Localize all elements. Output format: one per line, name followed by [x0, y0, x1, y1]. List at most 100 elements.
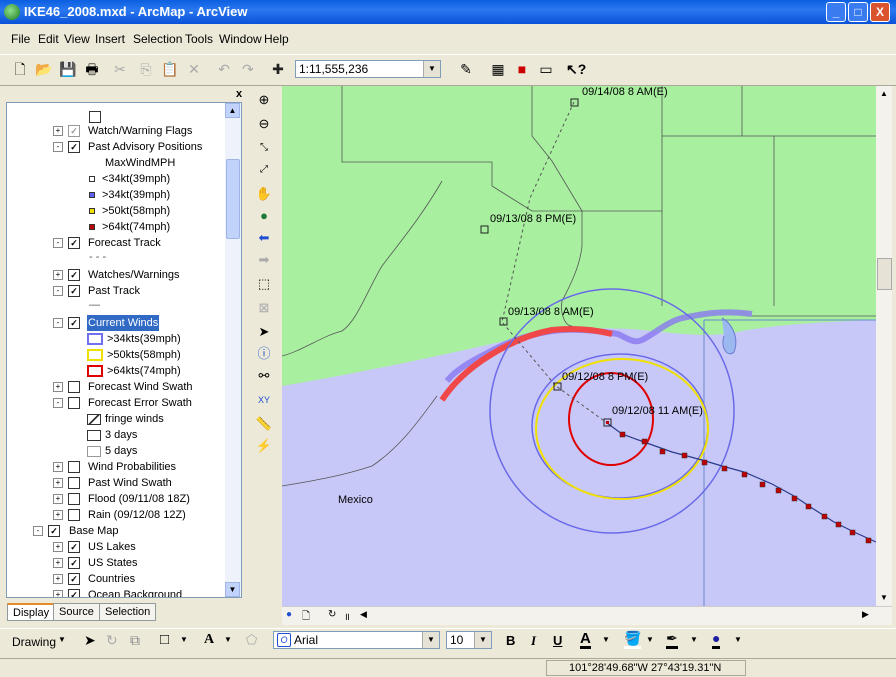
layer-flood[interactable]: + Flood (09/11/08 18Z): [7, 491, 227, 507]
layer-checkbox[interactable]: ✓: [68, 285, 80, 297]
menu-edit[interactable]: Edit: [38, 32, 59, 46]
layer-checkbox[interactable]: ✓: [68, 573, 80, 585]
cut-icon[interactable]: ✂: [110, 59, 130, 79]
chevron-down-icon[interactable]: ▼: [734, 635, 742, 644]
whats-this-help-icon[interactable]: ↖?: [566, 59, 586, 79]
layer-past-track[interactable]: - ✓ Past Track: [7, 283, 227, 299]
full-extent-globe-icon[interactable]: ●: [254, 206, 274, 226]
expand-icon[interactable]: +: [53, 478, 63, 488]
collapse-icon[interactable]: -: [53, 318, 63, 328]
menu-selection[interactable]: Selection: [133, 32, 182, 46]
identify-icon[interactable]: ⓘ: [254, 344, 274, 364]
map-view[interactable]: 09/14/08 8 AM(E) 09/13/08 8 PM(E) 09/13/…: [282, 86, 876, 606]
arccatalog-icon[interactable]: ▦: [488, 59, 508, 79]
chevron-down-icon[interactable]: ▼: [646, 635, 654, 644]
menu-tools[interactable]: Tools: [185, 32, 213, 46]
expand-icon[interactable]: +: [53, 494, 63, 504]
data-view-globe-icon[interactable]: ●: [286, 609, 292, 620]
select-arrow-icon[interactable]: ➤: [84, 632, 96, 649]
copy-icon[interactable]: ⎘: [136, 59, 156, 79]
layer-checkbox[interactable]: ✓: [68, 141, 80, 153]
zoom-out-icon[interactable]: ⊖: [254, 114, 274, 134]
underline-button[interactable]: U: [553, 633, 562, 648]
minimize-button[interactable]: _: [826, 2, 846, 22]
layer-checkbox[interactable]: [68, 381, 80, 393]
expand-icon[interactable]: +: [53, 382, 63, 392]
pan-hand-icon[interactable]: ✋: [254, 184, 274, 204]
layer-checkbox[interactable]: ✓: [68, 237, 80, 249]
layer-checkbox[interactable]: ✓: [68, 125, 80, 137]
layer-checkbox[interactable]: [68, 397, 80, 409]
scroll-left-icon[interactable]: ◀: [360, 609, 367, 620]
zoom-in-icon[interactable]: ⊕: [254, 90, 274, 110]
map-scale-combo[interactable]: 1:11,555,236 ▼: [295, 60, 441, 78]
chevron-down-icon[interactable]: ▼: [474, 632, 491, 648]
collapse-icon[interactable]: -: [53, 398, 63, 408]
save-icon[interactable]: 💾: [58, 59, 78, 79]
new-document-icon[interactable]: 🗋: [10, 59, 30, 79]
expand-icon[interactable]: +: [53, 462, 63, 472]
layer-checkbox[interactable]: ✓: [48, 525, 60, 537]
scroll-thumb[interactable]: [226, 159, 240, 239]
rectangle-icon[interactable]: □: [160, 631, 169, 648]
scroll-down-icon[interactable]: ▼: [876, 590, 892, 606]
layer-checkbox[interactable]: ✓: [68, 557, 80, 569]
expand-icon[interactable]: +: [53, 590, 63, 597]
maximize-button[interactable]: □: [848, 2, 868, 22]
layer-us-states[interactable]: + ✓ US States: [7, 555, 227, 571]
pause-drawing-icon[interactable]: ॥: [344, 609, 350, 623]
expand-icon[interactable]: +: [53, 510, 63, 520]
text-tool-icon[interactable]: A: [204, 632, 214, 648]
add-data-icon[interactable]: ✚: [268, 59, 288, 79]
toc-scrollbar[interactable]: ▲ ▼: [225, 103, 241, 597]
tab-selection[interactable]: Selection: [99, 603, 157, 621]
fill-color-bucket-icon[interactable]: 🪣: [624, 631, 642, 649]
redo-icon[interactable]: ↷: [238, 59, 258, 79]
layer-forecast-error-swath[interactable]: - Forecast Error Swath: [7, 395, 227, 411]
print-icon[interactable]: 🖶: [82, 59, 102, 79]
measure-icon[interactable]: 📏: [254, 414, 274, 434]
open-folder-icon[interactable]: 📂: [34, 59, 54, 79]
line-color-pen-icon[interactable]: ✒: [666, 631, 678, 649]
layer-past-wind-swath[interactable]: + Past Wind Swath: [7, 475, 227, 491]
back-arrow-icon[interactable]: ⬅: [254, 228, 274, 248]
select-features-icon[interactable]: ⬚: [254, 274, 274, 294]
menu-insert[interactable]: Insert: [95, 32, 125, 46]
chevron-down-icon[interactable]: ▼: [180, 635, 188, 644]
zoom-to-selected-icon[interactable]: ⧉: [130, 632, 140, 649]
chevron-down-icon[interactable]: ▼: [602, 635, 610, 644]
command-line-icon[interactable]: ▭: [536, 59, 556, 79]
select-elements-arrow-icon[interactable]: ➤: [254, 322, 274, 342]
clear-selection-icon[interactable]: ⊠: [254, 298, 274, 318]
chevron-down-icon[interactable]: ▼: [422, 632, 439, 648]
layer-past-advisory-positions[interactable]: - ✓ Past Advisory Positions: [7, 139, 227, 155]
rotate-icon[interactable]: ↻: [106, 632, 118, 649]
forward-arrow-icon[interactable]: ➡: [254, 250, 274, 270]
layer-checkbox[interactable]: ✓: [68, 589, 80, 597]
collapse-icon[interactable]: -: [53, 142, 63, 152]
layer-checkbox[interactable]: ✓: [68, 541, 80, 553]
refresh-icon[interactable]: ↻: [328, 609, 336, 620]
bold-button[interactable]: B: [506, 633, 515, 648]
scroll-right-icon[interactable]: ▶: [862, 609, 869, 620]
editor-toolbar-icon[interactable]: ✎: [456, 59, 476, 79]
scroll-up-icon[interactable]: ▲: [225, 103, 240, 118]
group-base-map[interactable]: - ✓ Base Map: [7, 523, 227, 539]
find-binoculars-icon[interactable]: ⚯: [254, 366, 274, 386]
collapse-icon[interactable]: -: [53, 238, 63, 248]
scroll-down-icon[interactable]: ▼: [225, 582, 240, 597]
layer-wind-probabilities[interactable]: + Wind Probabilities: [7, 459, 227, 475]
layout-view-icon[interactable]: 🗋: [302, 609, 310, 626]
layer-checkbox[interactable]: ✓: [68, 269, 80, 281]
collapse-icon[interactable]: -: [53, 286, 63, 296]
layer-ocean-background[interactable]: + ✓ Ocean Background: [7, 587, 227, 597]
layer-checkbox[interactable]: [68, 477, 80, 489]
layer-checkbox[interactable]: ✓: [68, 317, 80, 329]
layer-countries[interactable]: + ✓ Countries: [7, 571, 227, 587]
close-button[interactable]: X: [870, 2, 890, 22]
marker-color-icon[interactable]: ●: [712, 631, 721, 649]
expand-icon[interactable]: +: [53, 558, 63, 568]
layer-current-winds[interactable]: - ✓ Current Winds: [7, 315, 227, 331]
italic-button[interactable]: I: [531, 633, 536, 649]
chevron-down-icon[interactable]: ▼: [224, 635, 232, 644]
